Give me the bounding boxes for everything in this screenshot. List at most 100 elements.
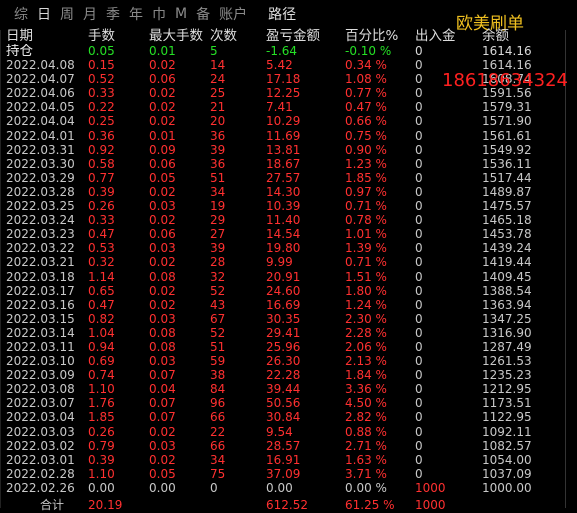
row-max-lots: 0.02: [149, 255, 176, 270]
row-balance: 1261.53: [482, 354, 532, 369]
table-row[interactable]: 2022.03.04 1.85 0.07 66 30.84 2.82 % 0 1122.95: [6, 410, 564, 424]
row-pnl: 20.91: [266, 269, 301, 284]
table-row[interactable]: 2022.03.17 0.65 0.02 52 24.60 1.80 % 0 1388.54: [6, 284, 564, 298]
row-deposit: 0: [415, 297, 423, 312]
table-row[interactable]: 2022.03.23 0.47 0.06 27 14.54 1.01 % 0 1453.78: [6, 227, 564, 241]
table-row[interactable]: 2022.03.18 1.14 0.08 32 20.91 1.51 % 0 1409.45: [6, 270, 564, 284]
tab-currency[interactable]: 巾: [152, 4, 166, 24]
row-max-lots: 0.05: [149, 170, 176, 185]
tab-m[interactable]: M: [175, 6, 187, 22]
tab-account[interactable]: 账户: [219, 4, 247, 24]
row-percent: 3.36 %: [345, 382, 387, 397]
tab-summary[interactable]: 综: [14, 4, 28, 24]
table-row[interactable]: 2022.03.09 0.74 0.07 38 22.28 1.84 % 0 1235.23: [6, 368, 564, 382]
row-pnl: 37.09: [266, 466, 301, 481]
table-row[interactable]: 2022.03.10 0.69 0.03 59 26.30 2.13 % 0 1261.53: [6, 354, 564, 368]
row-deposit: 0: [415, 227, 423, 242]
col-header-lots[interactable]: 手数: [88, 28, 149, 44]
row-balance: 1212.95: [482, 382, 532, 397]
table-row[interactable]: 2022.03.16 0.47 0.02 43 16.69 1.24 % 0 1363.94: [6, 298, 564, 312]
table-row[interactable]: 2022.03.11 0.94 0.08 51 25.96 2.06 % 0 1287.49: [6, 340, 564, 354]
table-row[interactable]: 2022.02.28 1.10 0.05 75 37.09 3.71 % 0 1037.09: [6, 467, 564, 481]
col-header-date[interactable]: 日期: [6, 28, 88, 44]
row-pnl: 30.84: [266, 410, 301, 425]
row-max-lots: 0.06: [149, 72, 176, 87]
col-header-pnl[interactable]: 盈亏金额: [266, 28, 345, 44]
row-max-lots: 0.02: [149, 100, 176, 115]
row-balance: 1316.90: [482, 325, 532, 340]
col-header-balance[interactable]: 余额: [482, 28, 546, 44]
row-percent: 3.71 %: [345, 466, 387, 481]
row-deposit: 0: [415, 368, 423, 383]
row-lots: 0.15: [88, 58, 115, 73]
table-row[interactable]: 2022.03.08 1.10 0.04 84 39.44 3.36 % 0 1212.95: [6, 382, 564, 396]
row-date: 2022.04.01: [6, 128, 75, 143]
row-percent: 1.08 %: [345, 72, 387, 87]
col-header-deposit[interactable]: 出入金: [415, 28, 482, 44]
table-row[interactable]: 2022.04.01 0.36 0.01 36 11.69 0.75 % 0 1561.61: [6, 129, 564, 143]
row-max-lots: 0.03: [149, 438, 176, 453]
row-percent: 2.82 %: [345, 410, 387, 425]
row-max-lots: 0.00: [149, 480, 176, 495]
col-header-count[interactable]: 次数: [210, 28, 266, 44]
row-percent: 1.39 %: [345, 241, 387, 256]
table-row[interactable]: 2022.03.22 0.53 0.03 39 19.80 1.39 % 0 1439.24: [6, 241, 564, 255]
row-date: 2022.03.08: [6, 382, 75, 397]
table-row[interactable]: 2022.03.21 0.32 0.02 28 9.99 0.71 % 0 1419.44: [6, 255, 564, 269]
row-balance: 1235.23: [482, 368, 532, 383]
tab-notes[interactable]: 备: [196, 4, 210, 24]
table-row[interactable]: 2022.03.28 0.39 0.02 34 14.30 0.97 % 0 1489.87: [6, 185, 564, 199]
tab-quarter[interactable]: 季: [106, 4, 120, 24]
row-pnl: 10.29: [266, 114, 301, 129]
row-lots: 0.94: [88, 339, 115, 354]
table-row[interactable]: 2022.03.30 0.58 0.06 36 18.67 1.23 % 0 1536.11: [6, 157, 564, 171]
row-max-lots: 0.05: [149, 466, 176, 481]
row-lots: 1.76: [88, 396, 115, 411]
row-balance: 1054.00: [482, 452, 532, 467]
holding-balance: 1614.16: [482, 44, 532, 58]
table-row[interactable]: 2022.03.01 0.39 0.02 34 16.91 1.63 % 0 1054.00: [6, 453, 564, 467]
col-header-max-lots[interactable]: 最大手数: [149, 28, 210, 44]
holding-row[interactable]: 持仓 0.05 0.01 5 -1.64 -0.10 % 0 1614.16: [6, 44, 564, 58]
tab-path[interactable]: 路径: [268, 4, 296, 24]
row-count: 66: [210, 438, 226, 453]
row-count: 21: [210, 100, 226, 115]
table-row[interactable]: 2022.04.05 0.22 0.02 21 7.41 0.47 % 0 1579.31: [6, 100, 564, 114]
table-row[interactable]: 2022.03.14 1.04 0.08 52 29.41 2.28 % 0 1316.90: [6, 326, 564, 340]
table-row[interactable]: 2022.03.02 0.79 0.03 66 28.57 2.71 % 0 1082.57: [6, 439, 564, 453]
row-percent: 4.50 %: [345, 396, 387, 411]
row-pnl: 17.18: [266, 72, 301, 87]
row-lots: 1.10: [88, 466, 115, 481]
row-deposit: 0: [415, 213, 423, 228]
table-row[interactable]: 2022.04.04 0.25 0.02 20 10.29 0.66 % 0 1571.90: [6, 114, 564, 128]
col-header-percent[interactable]: 百分比%: [345, 28, 415, 44]
row-balance: 1489.87: [482, 184, 532, 199]
row-max-lots: 0.09: [149, 142, 176, 157]
row-pnl: 9.99: [266, 255, 293, 270]
row-lots: 0.26: [88, 424, 115, 439]
tab-week[interactable]: 周: [60, 4, 74, 24]
row-date: 2022.03.21: [6, 255, 75, 270]
table-row[interactable]: 2022.03.07 1.76 0.07 96 50.56 4.50 % 0 1173.51: [6, 396, 564, 410]
tab-year[interactable]: 年: [129, 4, 143, 24]
table-row[interactable]: 2022.03.15 0.82 0.03 67 30.35 2.30 % 0 1347.25: [6, 312, 564, 326]
row-percent: 1.51 %: [345, 269, 387, 284]
row-balance: 1419.44: [482, 255, 532, 270]
tab-month[interactable]: 月: [83, 4, 97, 24]
row-pnl: 7.41: [266, 100, 293, 115]
row-percent: 2.06 %: [345, 339, 387, 354]
row-pnl: 18.67: [266, 156, 301, 171]
row-date: 2022.03.28: [6, 184, 75, 199]
row-count: 36: [210, 128, 226, 143]
row-date: 2022.03.17: [6, 283, 75, 298]
table-row[interactable]: 2022.03.03 0.26 0.02 22 9.54 0.88 % 0 1092.11: [6, 425, 564, 439]
table-row[interactable]: 2022.02.26 0.00 0.00 0 0.00 0.00 % 1000 1000.00: [6, 481, 564, 495]
tab-day[interactable]: 日: [37, 4, 51, 24]
table-row[interactable]: 2022.03.31 0.92 0.09 39 13.81 0.90 % 0 1549.92: [6, 143, 564, 157]
row-balance: 1517.44: [482, 170, 532, 185]
table-row[interactable]: 2022.03.24 0.33 0.02 29 11.40 0.78 % 0 1465.18: [6, 213, 564, 227]
row-deposit: 0: [415, 424, 423, 439]
table-row[interactable]: 2022.03.29 0.77 0.05 51 27.57 1.85 % 0 1517.44: [6, 171, 564, 185]
table-row[interactable]: 2022.03.25 0.26 0.03 19 10.39 0.71 % 0 1475.57: [6, 199, 564, 213]
row-count: 43: [210, 297, 226, 312]
